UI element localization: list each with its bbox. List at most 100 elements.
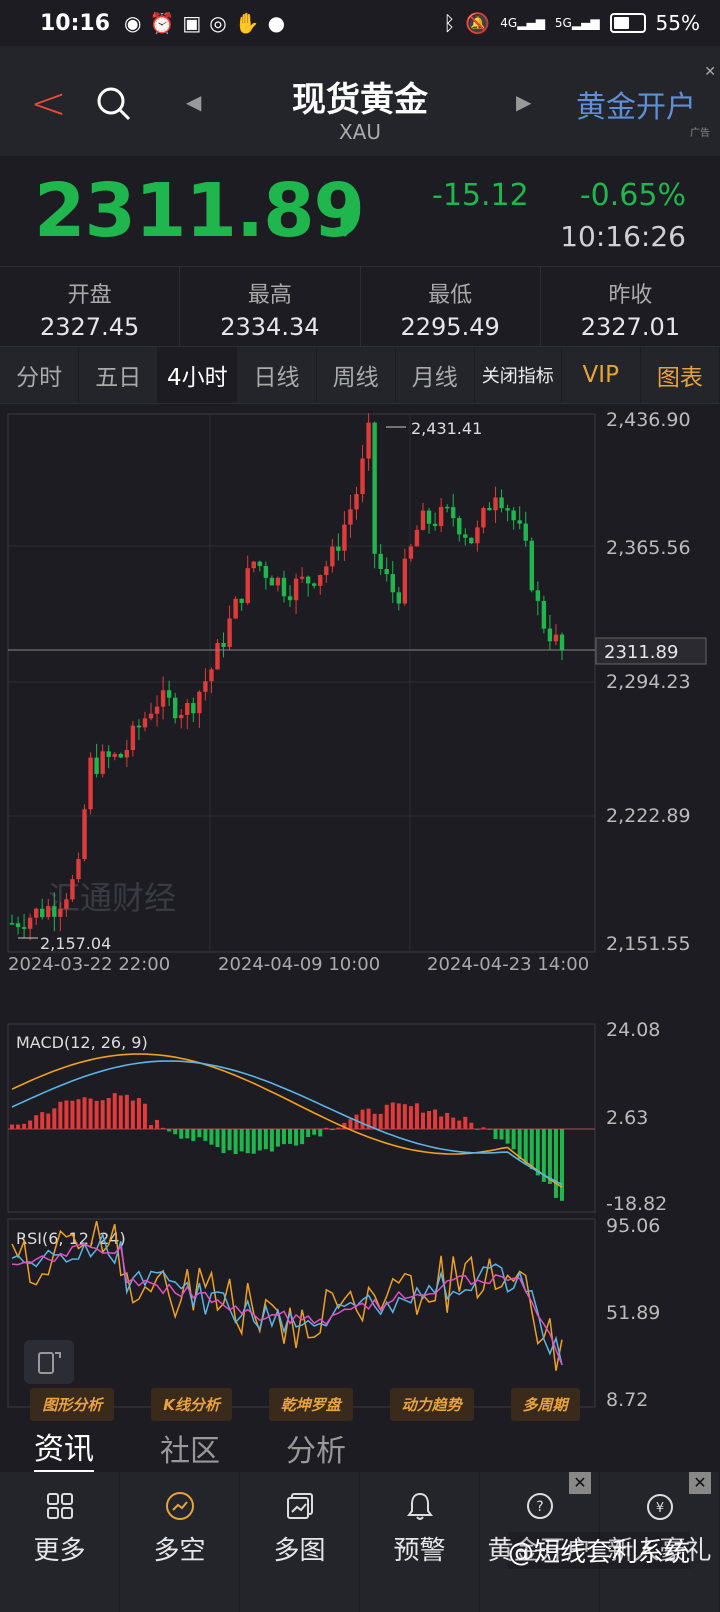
bluetooth-icon: ᛒ [443, 11, 456, 35]
close-icon[interactable]: ✕ [704, 64, 716, 80]
candle-body [469, 537, 474, 544]
chart-area[interactable]: 汇通财经 2311.89 2,436.90 2,365.56 2,294.23 … [0, 404, 720, 1424]
candle-body [40, 908, 45, 918]
candle-body [106, 751, 111, 757]
tab-vip[interactable]: VIP [562, 347, 641, 403]
tab-minute[interactable]: 分时 [0, 347, 80, 403]
macd-bar [433, 1109, 438, 1129]
tab-analysis[interactable]: 分析 [286, 1426, 346, 1470]
message-icon: ● [267, 11, 286, 35]
macd-bar [420, 1112, 425, 1129]
candle-body [553, 634, 559, 642]
tab-4hour[interactable]: 4小时 [158, 347, 238, 403]
macd-bar [360, 1109, 365, 1129]
candle-body [390, 574, 395, 593]
macd-bar [306, 1129, 311, 1138]
candle-body [318, 575, 323, 586]
macd-bar [203, 1129, 208, 1141]
candle-body [378, 553, 383, 569]
nav-multi-chart[interactable]: 多图 [240, 1472, 360, 1612]
macd-bar [215, 1129, 220, 1148]
quote-panel: 2311.89 ⬇ -15.12 -0.65% 10:16:26 [0, 158, 720, 266]
nav-alert[interactable]: 预警 [360, 1472, 480, 1612]
signal-4g-icon: 4G▂▄▆ [500, 16, 545, 30]
candle-body [360, 458, 365, 495]
macd-bar [535, 1129, 540, 1176]
macd-bar [275, 1129, 280, 1147]
macd-bar [130, 1100, 135, 1129]
tab-chart[interactable]: 图表 [641, 347, 720, 403]
status-time: 10:16 [40, 10, 111, 36]
tab-daily[interactable]: 日线 [237, 347, 317, 403]
candle-body [342, 524, 347, 551]
macd-bar [16, 1124, 21, 1129]
macd-bar [100, 1100, 105, 1129]
tab-close-indicators[interactable]: 关闭指标 [475, 347, 562, 403]
candle-body [384, 568, 389, 575]
macd-bar [10, 1124, 14, 1129]
macd-bar [457, 1120, 462, 1129]
candle-body [263, 566, 269, 578]
tab-community[interactable]: 社区 [160, 1426, 220, 1470]
candle-body [493, 497, 498, 511]
macd-bar [34, 1115, 39, 1129]
candle-body [257, 561, 263, 567]
candle-body [547, 628, 553, 642]
candle-body [64, 899, 69, 909]
next-symbol-icon[interactable]: ▶ [516, 90, 531, 114]
macd-bar [547, 1129, 552, 1184]
macd-tick-1: 24.08 [606, 1019, 660, 1041]
tab-weekly[interactable]: 周线 [317, 347, 396, 403]
macd-bar [336, 1127, 341, 1129]
candle-body [287, 596, 293, 601]
macd-bar [221, 1129, 226, 1154]
macd-bar [523, 1129, 528, 1165]
eye-icon: ◉ [124, 11, 142, 35]
macd-tick-3: -18.82 [606, 1193, 667, 1215]
macd-bar [94, 1100, 99, 1129]
current-price-label: 2311.89 [604, 642, 678, 663]
tool-pattern-analysis[interactable]: 图形分析 [30, 1387, 115, 1421]
macd-bar [451, 1117, 456, 1129]
candle-body [154, 706, 160, 714]
tab-monthly[interactable]: 月线 [396, 347, 475, 403]
macd-bar [257, 1129, 262, 1151]
macd-bar [161, 1127, 166, 1129]
tool-compass[interactable]: 乾坤罗盘 [268, 1387, 353, 1421]
nav-more[interactable]: 更多 [0, 1472, 120, 1612]
tool-kline-analysis[interactable]: K线分析 [151, 1387, 232, 1421]
rsi24-line [11, 1242, 563, 1365]
stat-prev-close: 昨收 2327.01 [580, 283, 680, 341]
macd-bar [209, 1129, 214, 1145]
svg-text:¥: ¥ [655, 1501, 663, 1516]
candle-body [348, 509, 353, 525]
fullscreen-button[interactable] [24, 1340, 74, 1384]
notification-icons: ◉ ⏰ ▣ ◎ ✋ ● [124, 11, 285, 35]
tool-momentum[interactable]: 动力趋势 [389, 1387, 474, 1421]
macd-bar [136, 1098, 141, 1129]
candle-body [426, 510, 432, 524]
tab-5day[interactable]: 五日 [79, 347, 159, 403]
chart-svg[interactable]: 汇通财经 2311.89 2,436.90 2,365.56 2,294.23 … [0, 404, 720, 1424]
macd-bar [58, 1101, 63, 1129]
candle-body [535, 590, 541, 601]
nav-long-short[interactable]: 多空 [120, 1472, 240, 1612]
gift-icon: ¥ [644, 1490, 676, 1522]
overlay-watermark: @短线套利系统 [507, 1532, 690, 1569]
battery-icon [609, 13, 646, 33]
ad-open-account-link[interactable]: 黄金开户 [576, 82, 696, 126]
quote-time: 10:16:26 [560, 220, 686, 253]
macd-bar [378, 1113, 383, 1129]
header: < ◀ 现货黄金 XAU ▶ 黄金开户 广告 ✕ [0, 46, 720, 156]
candle-body [511, 510, 516, 521]
candle-body [52, 906, 57, 917]
tool-multi-period[interactable]: 多周期 [510, 1387, 580, 1421]
close-icon[interactable]: ✕ [689, 1472, 711, 1494]
macd-bar [22, 1123, 27, 1129]
close-icon[interactable]: ✕ [569, 1472, 591, 1494]
candle-body [46, 906, 51, 918]
candle-body [197, 691, 202, 714]
tab-news[interactable]: 资讯 [34, 1424, 94, 1473]
y-tick-3: 2,294.23 [606, 671, 691, 693]
main-grid [8, 414, 595, 952]
